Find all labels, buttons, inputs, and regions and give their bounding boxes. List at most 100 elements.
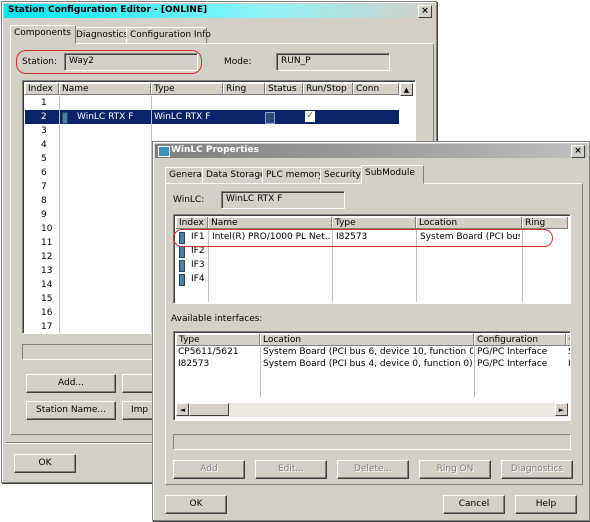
column-location[interactable]: Location: [260, 334, 474, 346]
submodule-index[interactable]: IF2: [191, 244, 207, 258]
ring-on-button[interactable]: Ring ON: [419, 460, 491, 479]
scroll-thumb[interactable]: [189, 403, 229, 416]
column-conn[interactable]: Conn: [353, 83, 399, 95]
winlc-titlebar[interactable]: WinLC Properties ×: [155, 144, 587, 158]
interface-type[interactable]: I82573: [178, 358, 260, 370]
station-titlebar[interactable]: Station Configuration Editor - [ONLINE] …: [4, 4, 434, 18]
tab-components[interactable]: Components: [10, 25, 76, 44]
submodule-name[interactable]: Intel(R) PRO/1000 PL Net...: [212, 230, 330, 244]
close-icon[interactable]: ×: [418, 5, 432, 18]
add-submodule-button[interactable]: Add: [173, 460, 245, 479]
mode-field: RUN_P: [276, 53, 390, 71]
row-index[interactable]: 16: [41, 306, 59, 320]
winlc-progress-bar: [173, 434, 571, 450]
column-configuration[interactable]: Configuration: [474, 334, 566, 346]
tab-data-storage[interactable]: Data Storage: [202, 167, 266, 184]
row-index[interactable]: 6: [41, 166, 59, 180]
winlc-window-title: WinLC Properties: [171, 145, 259, 155]
station-field[interactable]: Way2: [64, 53, 198, 71]
row-index[interactable]: 10: [41, 222, 59, 236]
row-index[interactable]: 11: [41, 236, 59, 250]
row-type[interactable]: WinLC RTX F: [154, 110, 222, 124]
winlc-field: WinLC RTX F: [221, 191, 345, 209]
help-button[interactable]: Help: [515, 495, 577, 514]
tab-general[interactable]: General: [165, 167, 206, 184]
cancel-button[interactable]: Cancel: [443, 495, 505, 514]
row-index[interactable]: 1: [41, 96, 59, 110]
scroll-up-icon[interactable]: ▲: [400, 83, 413, 96]
tab-configuration-info[interactable]: Configuration Info: [126, 27, 211, 44]
column-run-stop[interactable]: Run/Stop: [303, 83, 353, 95]
station-name-button[interactable]: Station Name...: [26, 401, 116, 420]
horizontal-scrollbar[interactable]: ◄ ►: [176, 403, 568, 417]
grid-line: [332, 230, 333, 302]
column-c[interactable]: C: [566, 334, 570, 346]
row-index[interactable]: 14: [41, 278, 59, 292]
row-index[interactable]: 8: [41, 194, 59, 208]
status-progress-bar: [22, 344, 154, 360]
column-type[interactable]: Type: [151, 83, 223, 95]
submodule-table[interactable]: Index Name Type Location Ring IF1 Intel(R…: [173, 214, 571, 304]
column-type[interactable]: Type: [332, 217, 416, 229]
close-icon[interactable]: ×: [571, 145, 585, 158]
available-interfaces-label: Available interfaces:: [171, 314, 263, 324]
add-button[interactable]: Add...: [26, 374, 116, 393]
column-status[interactable]: Status: [265, 83, 303, 95]
column-index[interactable]: Index: [176, 217, 208, 229]
scroll-left-icon[interactable]: ◄: [176, 403, 189, 416]
column-location[interactable]: Location: [416, 217, 522, 229]
column-index[interactable]: Index: [25, 83, 59, 95]
row-index[interactable]: 4: [41, 138, 59, 152]
column-ring[interactable]: Ring: [223, 83, 265, 95]
row-index[interactable]: 3: [41, 124, 59, 138]
mode-label: Mode:: [224, 57, 252, 67]
tab-plc-memory[interactable]: PLC memory: [262, 167, 324, 184]
winlc-module-icon: [62, 112, 68, 124]
submodule-location[interactable]: System Board (PCI bus...: [420, 230, 520, 244]
submodule-index[interactable]: IF1: [191, 230, 207, 244]
station-window-title: Station Configuration Editor - [ONLINE]: [8, 5, 208, 15]
interface-icon: [179, 260, 185, 272]
grid-line: [522, 230, 523, 302]
row-name[interactable]: WinLC RTX F: [77, 110, 151, 124]
column-name[interactable]: Name: [59, 83, 151, 95]
separator: [6, 442, 156, 444]
row-index[interactable]: 15: [41, 292, 59, 306]
tab-diagnostics[interactable]: Diagnostics: [72, 27, 130, 44]
winlc-app-icon: [158, 146, 170, 157]
column-ring[interactable]: Ring: [522, 217, 568, 229]
run-checkmark-icon: ✓: [305, 111, 315, 122]
row-index[interactable]: 13: [41, 264, 59, 278]
interface-c[interactable]: S: [568, 346, 570, 358]
interface-c[interactable]: I: [568, 358, 570, 370]
grid-line: [208, 230, 209, 302]
row-index[interactable]: 5: [41, 152, 59, 166]
interface-config[interactable]: PG/PC Interface: [477, 358, 565, 370]
row-index[interactable]: 17: [41, 320, 59, 333]
winlc-ok-button[interactable]: OK: [165, 495, 227, 514]
available-interfaces-table[interactable]: Type Location Configuration C CP5611/562…: [173, 331, 571, 421]
station-ok-button[interactable]: OK: [14, 454, 76, 473]
row-index[interactable]: 9: [41, 208, 59, 222]
submodule-index[interactable]: IF3: [191, 258, 207, 272]
row-index[interactable]: 12: [41, 250, 59, 264]
edit-button[interactable]: Edit...: [255, 460, 327, 479]
interface-type[interactable]: CP5611/5621: [178, 346, 260, 358]
submodule-type[interactable]: I82573: [336, 230, 414, 244]
interface-icon: [179, 274, 185, 286]
tab-submodule[interactable]: SubModule: [361, 165, 424, 184]
submodule-index[interactable]: IF4: [191, 272, 207, 286]
interface-icon: [179, 246, 185, 258]
scroll-right-icon[interactable]: ►: [555, 403, 568, 416]
interface-location[interactable]: System Board (PCI bus 4, device 0, funct…: [263, 358, 473, 370]
row-index[interactable]: 7: [41, 180, 59, 194]
column-name[interactable]: Name: [208, 217, 332, 229]
column-type[interactable]: Type: [176, 334, 260, 346]
interface-icon: [179, 232, 185, 244]
interface-config[interactable]: PG/PC Interface: [477, 346, 565, 358]
tab-security[interactable]: Security: [320, 167, 365, 184]
interface-location[interactable]: System Board (PCI bus 6, device 10, func…: [263, 346, 473, 358]
delete-button[interactable]: Delete...: [337, 460, 409, 479]
diagnostics-button[interactable]: Diagnostics: [501, 460, 573, 479]
row-index[interactable]: 2: [41, 110, 59, 124]
